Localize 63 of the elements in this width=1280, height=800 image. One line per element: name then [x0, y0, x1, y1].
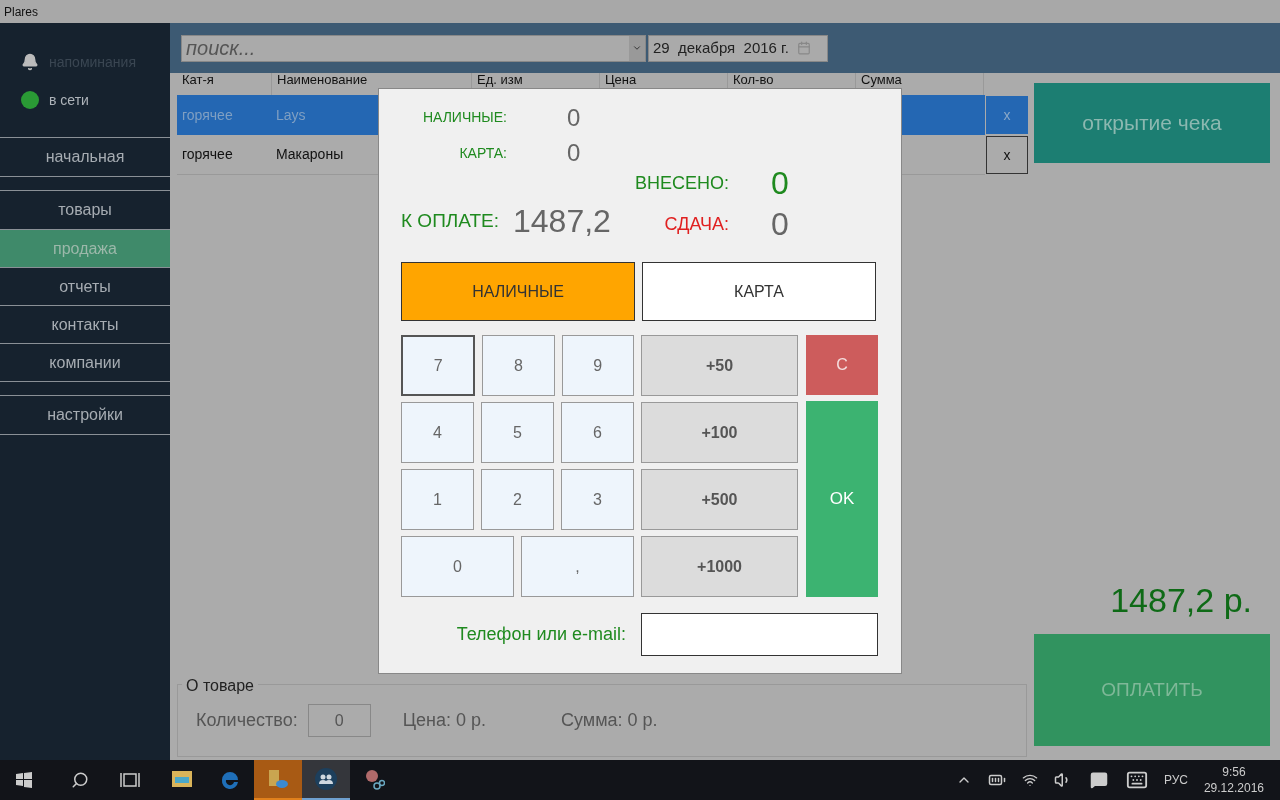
table-cell-text: Макароны — [275, 145, 344, 164]
remove-button[interactable]: x — [986, 136, 1028, 174]
keypad-key[interactable]: 5 — [481, 402, 554, 463]
table-cell-text: Lays — [275, 105, 306, 125]
folder-cloud-icon — [267, 768, 289, 790]
clock[interactable]: 9:56 29.12.2016 — [1203, 764, 1264, 796]
keypad-key[interactable]: 2 — [481, 469, 554, 530]
notification-icon[interactable] — [1089, 771, 1108, 789]
sum-text: Сумма: 0 р. — [561, 709, 658, 732]
deposited-amount: 0 — [771, 164, 789, 203]
keypad-key[interactable]: 6 — [561, 402, 634, 463]
bell-icon — [21, 53, 39, 71]
keypad-key[interactable]: 1 — [401, 469, 474, 530]
nav-item[interactable]: настройки — [0, 396, 170, 434]
task-view-icon[interactable] — [119, 772, 141, 788]
cash-amount: 0 — [567, 102, 581, 133]
keypad-key[interactable]: 8 — [482, 335, 555, 396]
nav-item[interactable]: товары — [0, 191, 170, 229]
wifi-icon[interactable] — [1021, 772, 1038, 788]
payment-method-tab[interactable]: НАЛИЧНЫЕ — [401, 262, 635, 321]
quick-amount-button[interactable]: +1000 — [641, 536, 798, 597]
nav-item[interactable]: компании — [0, 343, 170, 381]
nav-item[interactable]: отчеты — [0, 267, 170, 305]
table-cell-text: горячее — [181, 105, 234, 125]
folder-icon — [171, 769, 193, 789]
quantity-label: Количество: — [196, 709, 298, 732]
keyboard-icon[interactable] — [1125, 769, 1148, 791]
card-amount: 0 — [567, 138, 581, 168]
quick-amount-button[interactable]: +500 — [641, 469, 798, 530]
keypad-key[interactable]: , — [521, 536, 634, 597]
search-icon[interactable] — [71, 771, 89, 789]
table-cell-text: горячее — [181, 145, 234, 164]
amount-due: 1487,2 — [513, 202, 611, 241]
keypad-key[interactable]: 3 — [561, 469, 634, 530]
total-amount: 1487,2 р. — [1109, 580, 1253, 621]
status-label: в сети — [49, 90, 89, 110]
nav-item[interactable]: начальная — [0, 138, 170, 176]
start-icon[interactable] — [16, 772, 32, 788]
cash-label: НАЛИЧНЫЕ: — [421, 108, 507, 127]
contact-label: Телефон или e-mail: — [455, 623, 627, 646]
deposited-label: ВНЕСЕНО: — [633, 171, 729, 195]
people-icon — [314, 767, 338, 791]
change-label: СДАЧА: — [663, 212, 729, 236]
keypad-key[interactable]: 4 — [401, 402, 474, 463]
price-text: Цена: 0 р. — [402, 709, 486, 732]
keypad-key[interactable]: 0 — [401, 536, 514, 597]
amount-due-label: К ОПЛАТЕ: — [401, 208, 499, 233]
clear-button[interactable]: C — [806, 335, 878, 395]
calendar-icon — [796, 41, 811, 55]
nav-item[interactable]: контакты — [0, 305, 170, 343]
date-picker[interactable]: 29 декабря 2016 г. — [648, 34, 828, 62]
change-amount: 0 — [771, 205, 789, 244]
quick-amount-button[interactable]: +50 — [641, 335, 798, 396]
keypad-key[interactable]: 9 — [561, 335, 634, 396]
keypad-key[interactable]: 7 — [401, 335, 476, 396]
quick-amount-button[interactable]: +100 — [641, 402, 798, 463]
taskbar-app[interactable] — [302, 760, 350, 800]
window-title: Plares — [4, 3, 38, 21]
language-indicator[interactable]: РУС — [1163, 771, 1188, 789]
card-label: КАРТА: — [458, 143, 507, 163]
quantity-field[interactable]: 0 — [307, 704, 371, 737]
payment-method-tab[interactable]: КАРТА — [642, 262, 876, 321]
contact-field[interactable] — [641, 613, 878, 656]
